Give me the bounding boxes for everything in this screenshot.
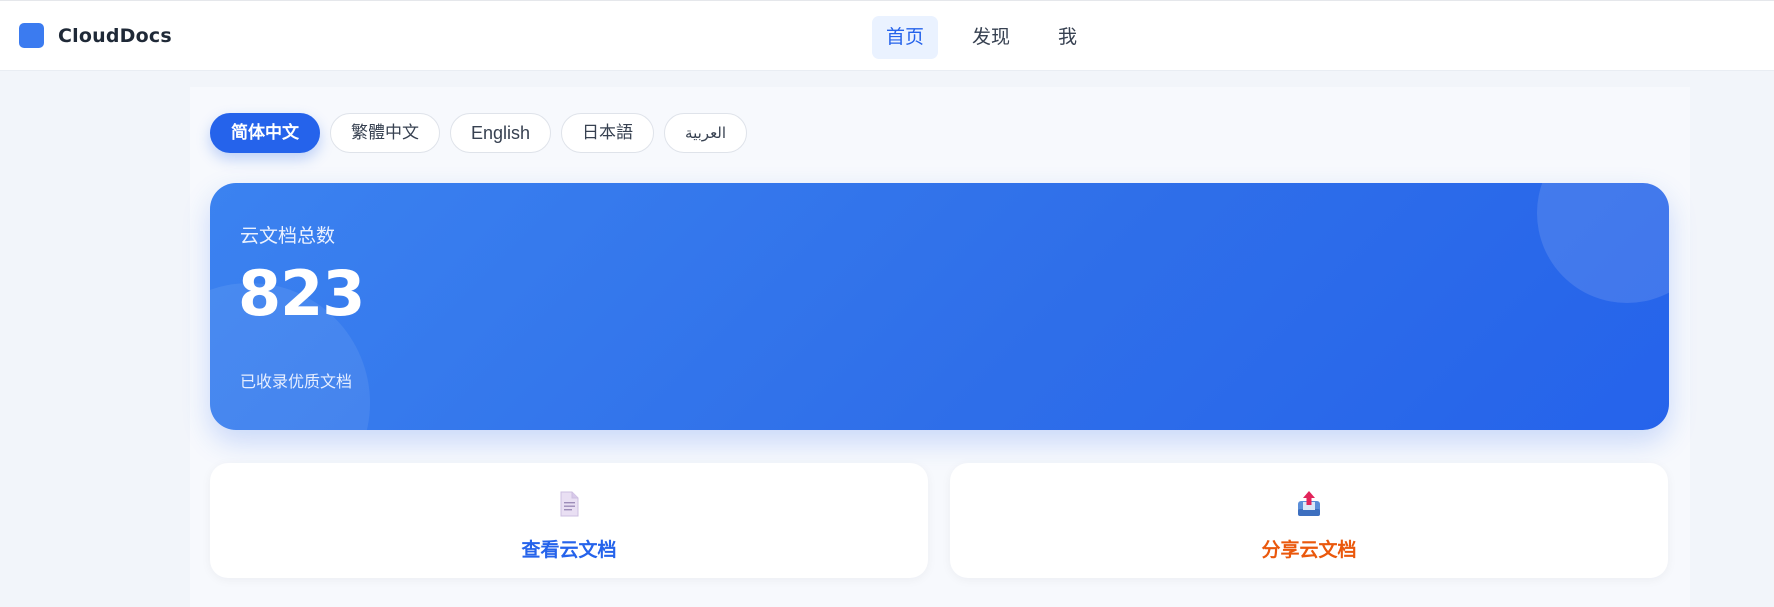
decorative-circle xyxy=(1537,183,1669,303)
total-docs-label: 云文档总数 xyxy=(240,225,336,247)
lang-en-button[interactable]: English xyxy=(450,113,552,153)
brand[interactable]: CloudDocs xyxy=(19,23,172,48)
nav-item-home[interactable]: 首页 xyxy=(872,16,939,59)
share-docs-button[interactable]: 分享云文档 xyxy=(950,463,1668,578)
share-docs-label: 分享云文档 xyxy=(1261,539,1357,561)
document-icon xyxy=(560,491,579,517)
view-docs-label: 查看云文档 xyxy=(521,539,617,561)
nav-item-discover[interactable]: 发现 xyxy=(958,16,1024,59)
main-content: 简体中文 繁體中文 English 日本語 العربية 云文档总数 823 … xyxy=(190,87,1690,607)
lang-ar-button[interactable]: العربية xyxy=(664,113,748,153)
nav-item-me[interactable]: 我 xyxy=(1044,16,1091,59)
top-navbar: CloudDocs 首页 发现 我 xyxy=(0,0,1774,71)
share-upload-icon xyxy=(1298,491,1320,516)
main-nav: 首页 发现 我 xyxy=(872,16,1091,59)
view-docs-button[interactable]: 查看云文档 xyxy=(210,463,928,578)
total-docs-subtitle: 已收录优质文档 xyxy=(240,372,353,391)
lang-ja-button[interactable]: 日本語 xyxy=(561,113,655,153)
lang-zh-hant-button[interactable]: 繁體中文 xyxy=(330,113,440,153)
total-docs-card: 云文档总数 823 已收录优质文档 xyxy=(210,183,1669,430)
lang-zh-hans-button[interactable]: 简体中文 xyxy=(210,113,320,153)
language-switcher: 简体中文 繁體中文 English 日本語 العربية xyxy=(210,113,748,153)
total-docs-count: 823 xyxy=(238,257,365,330)
brand-logo-icon xyxy=(19,23,44,48)
brand-name: CloudDocs xyxy=(58,24,172,47)
